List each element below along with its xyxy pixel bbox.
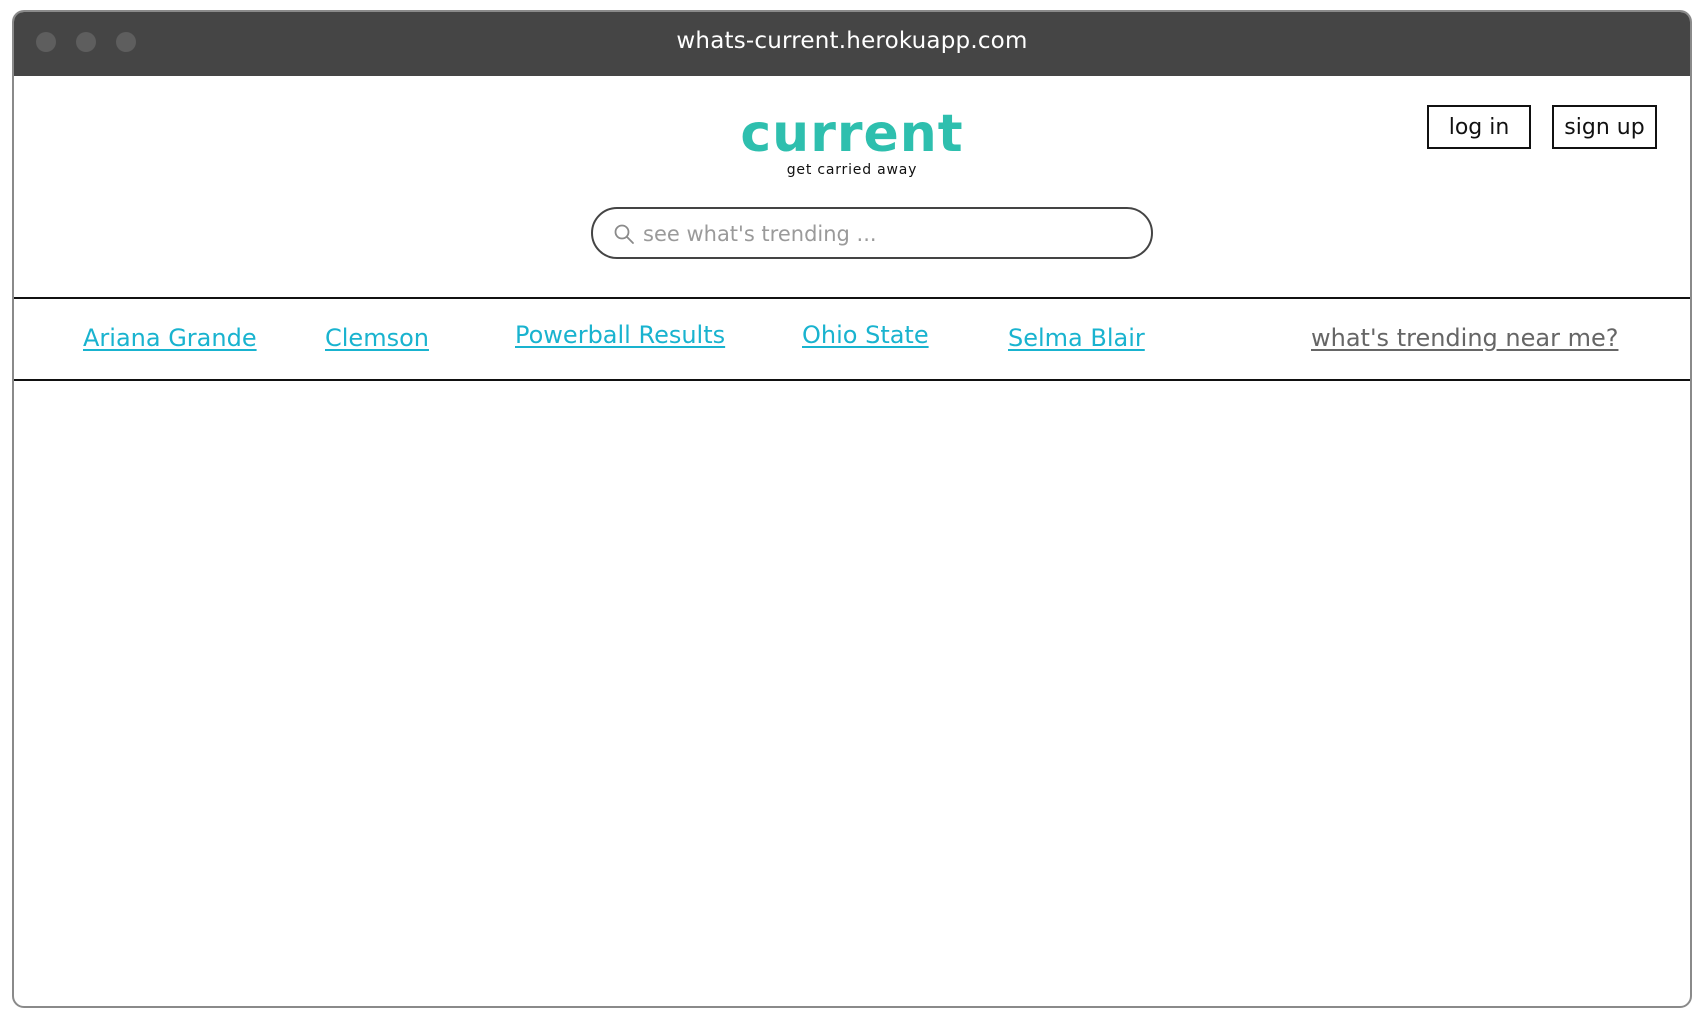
browser-titlebar: whats-current.herokuapp.com <box>14 12 1690 76</box>
trending-link-clemson[interactable]: Clemson <box>325 324 429 352</box>
browser-window: whats-current.herokuapp.com current get … <box>12 10 1692 1008</box>
address-bar-url[interactable]: whats-current.herokuapp.com <box>14 28 1690 54</box>
trending-link-powerball-results[interactable]: Powerball Results <box>515 321 725 349</box>
search-icon <box>614 224 634 244</box>
login-button[interactable]: log in <box>1427 105 1531 149</box>
trending-near-me-link[interactable]: what's trending near me? <box>1311 324 1618 352</box>
trending-link-ariana-grande[interactable]: Ariana Grande <box>83 324 257 352</box>
trending-bar: Ariana Grande Clemson Powerball Results … <box>14 297 1690 381</box>
search-input[interactable] <box>641 215 1125 253</box>
trending-link-selma-blair[interactable]: Selma Blair <box>1008 324 1145 352</box>
search-box[interactable] <box>591 207 1153 259</box>
trending-link-ohio-state[interactable]: Ohio State <box>802 321 929 349</box>
signup-button[interactable]: sign up <box>1552 105 1657 149</box>
site-tagline: get carried away <box>786 162 918 178</box>
